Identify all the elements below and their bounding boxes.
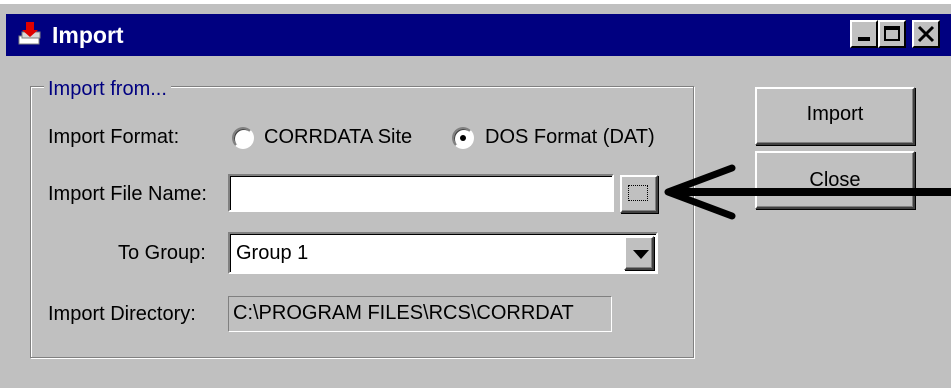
window-title: Import [52,22,124,48]
pointer-arrow-icon [664,164,951,220]
import-app-icon [16,22,44,50]
close-window-button[interactable] [912,20,940,48]
radio-dos-format[interactable] [452,127,474,149]
maximize-button[interactable] [878,20,906,48]
minimize-button[interactable] [850,20,878,48]
title-bar[interactable]: Import [6,14,951,56]
radio-dos-format-label[interactable]: DOS Format (DAT) [485,125,655,149]
import-file-name-label: Import File Name: [48,183,207,205]
import-button-label: Import [806,103,864,125]
radio-corrdata-site-label[interactable]: CORRDATA Site [264,125,412,149]
minimize-icon [858,37,870,41]
radio-corrdata-site[interactable] [232,127,254,149]
chevron-down-icon [633,250,649,259]
maximize-icon [884,26,900,41]
to-group-select[interactable]: Group 1 [228,232,658,274]
group-legend: Import from... [44,78,171,100]
to-group-label: To Group: [118,242,206,264]
to-group-value: Group 1 [236,242,309,264]
radio-selected-dot [460,135,466,141]
dropdown-button[interactable] [624,236,654,270]
import-button[interactable]: Import [755,87,915,145]
import-directory-field: C:\PROGRAM FILES\RCS\CORRDAT [228,296,612,332]
import-format-label: Import Format: [48,126,180,148]
import-dialog: Import Import from... Import Format: COR… [0,0,951,388]
import-directory-value: C:\PROGRAM FILES\RCS\CORRDAT [233,302,574,324]
close-icon [917,25,935,43]
import-directory-label: Import Directory: [48,303,196,325]
import-file-name-input[interactable] [228,174,614,212]
